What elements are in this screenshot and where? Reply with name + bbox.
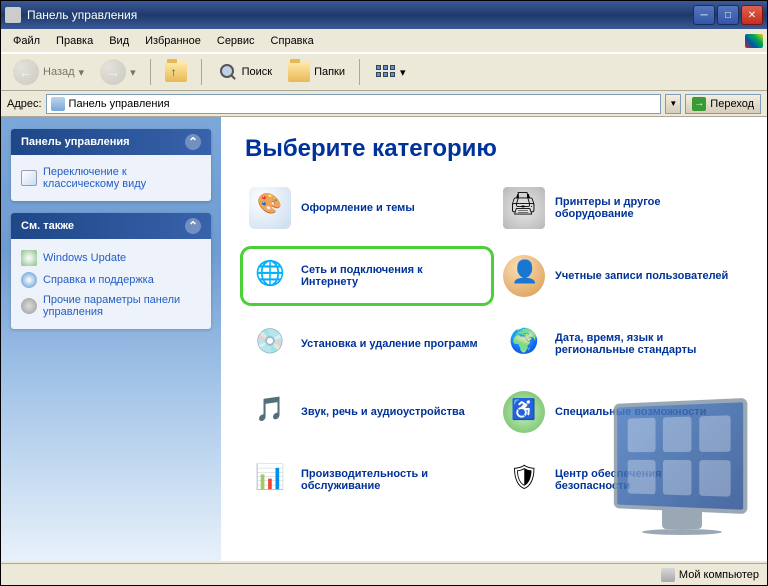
status-text: Мой компьютер (679, 569, 759, 581)
forward-arrow-icon: → (100, 59, 126, 85)
separator (201, 59, 202, 85)
menu-file[interactable]: Файл (5, 32, 48, 50)
category-sounds[interactable]: Звук, речь и аудиоустройства (245, 387, 489, 437)
sidebar-panel-seealso: См. также ⌃ Windows Update Справка и под… (11, 213, 211, 329)
toolbar: ← Назад ▾ → ▾ ↑ Поиск Папки ▾ (1, 53, 767, 91)
menubar: Файл Правка Вид Избранное Сервис Справка (1, 29, 767, 53)
accessibility-icon (503, 391, 545, 433)
addressbar: Адрес: Панель управления ▼ → Переход (1, 91, 767, 117)
addremove-icon (249, 323, 291, 365)
menu-help[interactable]: Справка (263, 32, 322, 50)
close-button[interactable]: ✕ (741, 5, 763, 25)
address-label: Адрес: (7, 98, 42, 110)
folder-up-icon: ↑ (165, 62, 187, 82)
collapse-icon[interactable]: ⌃ (185, 134, 201, 150)
network-icon (249, 255, 291, 297)
address-field[interactable]: Панель управления (46, 94, 662, 114)
menu-favorites[interactable]: Избранное (137, 32, 209, 50)
go-button[interactable]: → Переход (685, 94, 761, 114)
windows-update-link[interactable]: Windows Update (21, 247, 201, 269)
panel-header[interactable]: См. также ⌃ (11, 213, 211, 239)
sounds-icon (249, 391, 291, 433)
sidebar: Панель управления ⌃ Переключение к класс… (1, 117, 221, 561)
other-options-link[interactable]: Прочие параметры панели управления (21, 291, 201, 321)
switch-view-icon (21, 170, 37, 186)
views-button[interactable]: ▾ (368, 58, 412, 86)
maximize-button[interactable]: □ (717, 5, 739, 25)
folder-icon (288, 62, 310, 82)
folders-button[interactable]: Папки (282, 58, 351, 86)
computer-icon (661, 568, 675, 582)
security-icon (503, 459, 545, 501)
category-security[interactable]: Центр обеспечения безопасности (499, 455, 743, 505)
performance-icon (249, 459, 291, 501)
datetime-icon (503, 323, 545, 365)
gear-icon (21, 298, 37, 314)
views-icon (374, 62, 396, 82)
app-icon (5, 7, 21, 23)
category-performance[interactable]: Производительность и обслуживание (245, 455, 489, 505)
nav-up-button[interactable]: ↑ (159, 58, 193, 86)
help-support-link[interactable]: Справка и поддержка (21, 269, 201, 291)
titlebar[interactable]: Панель управления ─ □ ✕ (1, 1, 767, 29)
main-panel: Выберите категорию Оформление и темы При… (221, 117, 767, 561)
minimize-button[interactable]: ─ (693, 5, 715, 25)
chevron-down-icon: ▾ (130, 66, 136, 79)
category-network[interactable]: Сеть и подключения к Интернету (245, 251, 489, 301)
window-title: Панель управления (27, 8, 693, 22)
chevron-down-icon: ▾ (400, 66, 406, 79)
users-icon (503, 255, 545, 297)
update-icon (21, 250, 37, 266)
go-arrow-icon: → (692, 97, 706, 111)
windows-flag-icon (745, 34, 763, 48)
category-grid: Оформление и темы Принтеры и другое обор… (245, 183, 743, 505)
chevron-down-icon: ▾ (79, 66, 85, 79)
collapse-icon[interactable]: ⌃ (185, 218, 201, 234)
menu-edit[interactable]: Правка (48, 32, 101, 50)
page-heading: Выберите категорию (245, 135, 743, 163)
content-area: Панель управления ⌃ Переключение к класс… (1, 117, 767, 561)
statusbar: Мой компьютер (1, 563, 767, 585)
control-panel-icon (51, 97, 65, 111)
search-button[interactable]: Поиск (210, 58, 278, 86)
category-datetime[interactable]: Дата, время, язык и региональные стандар… (499, 319, 743, 369)
panel-header[interactable]: Панель управления ⌃ (11, 129, 211, 155)
switch-classic-view-link[interactable]: Переключение к классическому виду (21, 163, 201, 193)
separator (150, 59, 151, 85)
category-printers[interactable]: Принтеры и другое оборудование (499, 183, 743, 233)
menu-view[interactable]: Вид (101, 32, 137, 50)
printers-icon (503, 187, 545, 229)
window: Панель управления ─ □ ✕ Файл Правка Вид … (0, 0, 768, 586)
sidebar-panel-control: Панель управления ⌃ Переключение к класс… (11, 129, 211, 201)
separator (359, 59, 360, 85)
nav-back-button: ← Назад ▾ (7, 55, 90, 89)
category-addremove[interactable]: Установка и удаление программ (245, 319, 489, 369)
appearance-icon (249, 187, 291, 229)
category-users[interactable]: Учетные записи пользователей (499, 251, 743, 301)
address-dropdown[interactable]: ▼ (665, 94, 681, 114)
back-arrow-icon: ← (13, 59, 39, 85)
category-accessibility[interactable]: Специальные возможности (499, 387, 743, 437)
search-icon (216, 62, 238, 82)
nav-forward-button: → ▾ (94, 55, 142, 89)
help-icon (21, 272, 37, 288)
menu-tools[interactable]: Сервис (209, 32, 263, 50)
category-appearance[interactable]: Оформление и темы (245, 183, 489, 233)
